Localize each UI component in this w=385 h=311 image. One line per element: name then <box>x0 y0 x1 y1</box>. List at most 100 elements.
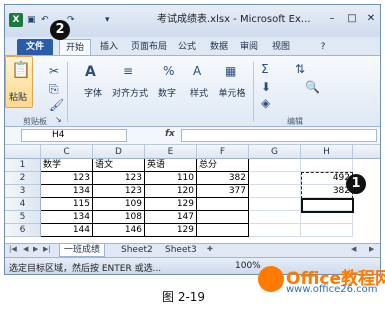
tab-data[interactable]: 数据 <box>205 39 233 55</box>
last-sheet-icon[interactable]: ▶| <box>43 245 51 253</box>
tab-page-layout[interactable]: 页面布局 <box>127 39 171 55</box>
status-message: 选定目标区域，然后按 ENTER 或选... <box>9 264 162 274</box>
paste-label: 粘贴 <box>8 93 27 103</box>
table-cell[interactable]: 129 <box>145 198 197 211</box>
table-cell[interactable]: 123 <box>93 172 145 185</box>
insert-function-button[interactable]: fx <box>165 129 175 139</box>
table-cell[interactable]: 134 <box>41 211 93 224</box>
row-header[interactable]: 4 <box>5 198 41 211</box>
table-cell[interactable]: 123 <box>93 185 145 198</box>
table-cell[interactable] <box>197 211 249 224</box>
customize-icon[interactable]: ▾ <box>105 13 110 27</box>
table-cell[interactable]: 109 <box>93 198 145 211</box>
callout-1: 1 <box>346 174 366 194</box>
tab-home[interactable]: 开始 <box>59 39 91 55</box>
first-sheet-icon[interactable]: |◀ <box>9 245 17 253</box>
scroll-right-icon[interactable]: ▶ <box>369 245 374 253</box>
table-cell[interactable]: 129 <box>145 224 197 237</box>
row-header[interactable]: 3 <box>5 185 41 198</box>
table-cell[interactable]: 语文 <box>93 159 145 172</box>
tab-formulas[interactable]: 公式 <box>173 39 201 55</box>
row-header[interactable]: 2 <box>5 172 41 185</box>
table-cell[interactable] <box>249 185 301 198</box>
paste-button[interactable]: 📋 粘贴 <box>5 56 33 108</box>
save-icon[interactable]: ▣ <box>27 13 36 27</box>
maximize-icon[interactable]: □ <box>343 11 361 27</box>
tab-view[interactable]: 视图 <box>267 39 295 55</box>
column-header-e[interactable]: E <box>145 145 197 159</box>
help-icon[interactable]: ? <box>317 39 329 55</box>
select-all-corner[interactable] <box>5 145 41 159</box>
column-header-f[interactable]: F <box>197 145 249 159</box>
number-button[interactable]: 数字 <box>155 86 179 99</box>
table-cell[interactable]: 总分 <box>197 159 249 172</box>
table-cell[interactable] <box>301 159 353 172</box>
minimize-icon[interactable]: – <box>323 11 341 27</box>
sheet-tab-2[interactable]: Sheet2 <box>117 244 157 257</box>
tab-insert[interactable]: 插入 <box>95 39 123 55</box>
table-cell[interactable]: 115 <box>41 198 93 211</box>
table-cell[interactable]: 134 <box>41 185 93 198</box>
name-box[interactable]: H4 <box>21 129 127 142</box>
table-cell[interactable]: 144 <box>41 224 93 237</box>
row-header[interactable]: 1 <box>5 159 41 172</box>
table-cell[interactable]: 120 <box>145 185 197 198</box>
cells-icon[interactable]: ▦ <box>225 64 236 78</box>
table-cell[interactable] <box>249 172 301 185</box>
table-cell[interactable]: 数学 <box>41 159 93 172</box>
column-header-g[interactable]: G <box>249 145 301 159</box>
find-select-icon[interactable]: 🔍 <box>305 80 320 94</box>
selected-cell <box>301 198 354 213</box>
undo-icon[interactable]: ↶ <box>41 13 49 27</box>
column-header-c[interactable]: C <box>41 145 93 159</box>
table-cell[interactable]: 英语 <box>145 159 197 172</box>
row-header[interactable]: 5 <box>5 211 41 224</box>
sort-filter-icon[interactable]: ⇅ <box>295 62 305 76</box>
sheet-tab-3[interactable]: Sheet3 <box>161 244 201 257</box>
align-icon[interactable]: ≡ <box>123 64 133 78</box>
table-cell[interactable] <box>249 198 301 211</box>
styles-button[interactable]: 样式 <box>187 86 211 99</box>
scroll-left-icon[interactable]: ◀ <box>351 245 356 253</box>
autosum-icon[interactable]: Σ <box>261 62 269 76</box>
row-header[interactable]: 6 <box>5 224 41 237</box>
alignment-button[interactable]: 对齐方式 <box>111 86 149 99</box>
insert-sheet-icon[interactable]: ✚ <box>207 245 213 253</box>
tab-review[interactable]: 审阅 <box>235 39 263 55</box>
table-cell[interactable]: 382 <box>197 172 249 185</box>
table-cell[interactable]: 146 <box>93 224 145 237</box>
clear-icon[interactable]: ◈ <box>261 96 270 110</box>
cut-icon[interactable]: ✂ <box>49 64 59 78</box>
prev-sheet-icon[interactable]: ◀ <box>23 245 28 253</box>
close-icon[interactable]: ✕ <box>362 11 380 27</box>
next-sheet-icon[interactable]: ▶ <box>33 245 38 253</box>
table-cell[interactable]: 377 <box>197 185 249 198</box>
format-painter-icon[interactable]: 🖌 <box>49 98 64 112</box>
percent-icon[interactable]: % <box>163 64 174 78</box>
table-cell[interactable] <box>301 224 353 237</box>
window-title: 考试成绩表.xlsx - Microsoft Ex... <box>157 14 311 25</box>
excel-app-icon[interactable]: X <box>9 13 23 27</box>
table-cell[interactable] <box>249 159 301 172</box>
fill-icon[interactable]: ⬇ <box>261 80 271 94</box>
sheet-tab-bar: |◀ ◀ ▶ ▶| 一班成绩 Sheet2 Sheet3 ✚ ◀ ▶ <box>5 243 380 257</box>
table-cell[interactable]: 123 <box>41 172 93 185</box>
tab-file[interactable]: 文件 <box>17 39 53 55</box>
font-button[interactable]: 字体 <box>81 86 105 99</box>
cells-button[interactable]: 单元格 <box>215 86 249 99</box>
table-cell[interactable]: 110 <box>145 172 197 185</box>
table-cell[interactable]: 108 <box>93 211 145 224</box>
styles-icon[interactable]: A <box>193 64 201 78</box>
copy-icon[interactable]: ⎘ <box>49 82 59 97</box>
clipboard-launcher-icon[interactable]: ↘ <box>55 115 62 124</box>
table-cell[interactable] <box>197 198 249 211</box>
table-cell[interactable] <box>197 224 249 237</box>
table-cell[interactable] <box>249 224 301 237</box>
formula-input[interactable] <box>181 129 377 142</box>
column-header-d[interactable]: D <box>93 145 145 159</box>
sheet-tab-1[interactable]: 一班成绩 <box>59 244 106 257</box>
font-icon[interactable]: A <box>85 64 96 80</box>
column-header-h[interactable]: H <box>301 145 353 159</box>
table-cell[interactable] <box>249 211 301 224</box>
table-cell[interactable]: 147 <box>145 211 197 224</box>
